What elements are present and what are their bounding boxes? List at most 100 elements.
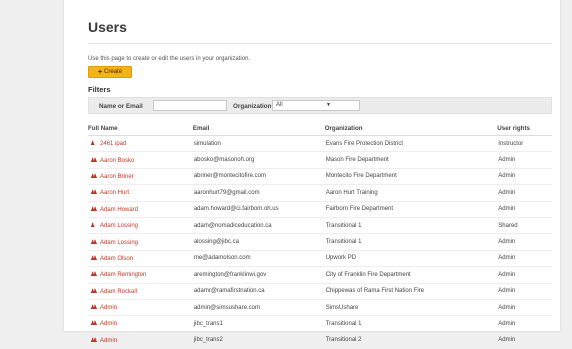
column-header-full-name[interactable]: Full Name <box>88 121 193 136</box>
user-rights-cell: Shared <box>497 217 552 235</box>
user-email-cell: alossing@jibc.ca <box>192 233 325 251</box>
table-header-row: Full Name Email Organization User rights <box>88 121 552 136</box>
user-rights-cell: Admin <box>497 250 552 268</box>
create-button-label: Create <box>104 69 123 75</box>
users-page: Users Use this page to create or edit th… <box>64 0 560 349</box>
user-name-link[interactable]: Aaron Hurt <box>100 190 129 196</box>
name-filter-label: Name or Email <box>99 103 143 110</box>
multi-user-icon: ♟♟ <box>90 255 98 262</box>
single-user-icon: ♟ <box>90 223 95 230</box>
multi-user-icon: ♟♟ <box>90 272 98 279</box>
create-button[interactable]: + Create <box>88 66 132 78</box>
user-rights-cell: Admin <box>497 151 552 169</box>
user-name-link[interactable]: Adam Rockall <box>100 289 137 295</box>
page-intro: Use this page to create or edit the user… <box>88 56 251 62</box>
filters-heading: Filters <box>88 85 111 94</box>
user-email-cell: jibc_trans1 <box>192 315 325 333</box>
column-header-email[interactable]: Email <box>192 121 325 136</box>
user-email-cell: jibc_trans2 <box>192 332 325 349</box>
multi-user-icon: ♟♟ <box>90 337 98 344</box>
user-email-cell: me@adamolson.com <box>192 250 325 268</box>
user-name-link[interactable]: Aaron Briner <box>100 174 134 180</box>
user-name-link[interactable]: Adam Olson <box>100 256 133 262</box>
table-row[interactable]: ♟ 2461 ipad simulation Evans Fire Protectio… <box>88 135 552 153</box>
user-organization-cell: Fairborn Fire Department <box>324 201 498 218</box>
table-row[interactable]: ♟♟ Admin jibc_trans1 Transitional 1 Admin <box>88 315 552 333</box>
organization-select[interactable]: All ▼ <box>272 100 360 111</box>
user-name-cell: ♟♟ Admin <box>88 315 193 333</box>
user-rights-cell: Admin <box>497 168 552 186</box>
user-name-link[interactable]: Adam Howard <box>100 207 138 213</box>
user-name-cell: ♟♟ Aaron Bosko <box>88 151 193 169</box>
table-row[interactable]: ♟♟ Adam Olson me@adamolson.com Upwork PD Adm… <box>88 250 552 268</box>
table-row[interactable]: ♟♟ Aaron Briner abriner@montecitofire.com M… <box>88 168 552 186</box>
multi-user-icon: ♟♟ <box>90 239 98 246</box>
user-organization-cell: Transitional 2 <box>324 332 498 349</box>
user-email-cell: adam.howard@ci.fairbom.oh.us <box>192 201 325 218</box>
multi-user-icon: ♟♟ <box>90 321 98 328</box>
user-name-link[interactable]: Adam Remington <box>100 272 146 278</box>
user-organization-cell: Aaron Hurt Training <box>324 184 498 202</box>
table-row[interactable]: ♟♟ Aaron Bosko abosko@masonoh.org Mason Fir… <box>88 151 552 169</box>
user-organization-cell: Chippewas of Rama First Nation Fire <box>324 283 498 300</box>
user-email-cell: admin@simsushare.com <box>192 299 325 317</box>
user-rights-cell: Admin <box>497 233 552 251</box>
table-row[interactable]: ♟♟ Admin admin@simsushare.com SimsUshare Adm… <box>88 299 552 317</box>
user-name-cell: ♟♟ Adam Lossing <box>88 233 193 251</box>
user-name-link[interactable]: Adam Lossing <box>100 240 138 246</box>
table-row[interactable]: ♟♟ Adam Remington aremington@franklinwi.go… <box>88 266 552 284</box>
user-name-cell: ♟♟ Adam Remington <box>88 266 193 284</box>
user-name-cell: ♟♟ Adam Olson <box>88 250 193 268</box>
user-organization-cell: SimsUshare <box>324 299 498 317</box>
user-email-cell: adamr@ramafirstnation.ca <box>192 283 325 300</box>
user-name-cell: ♟♟ Adam Rockall <box>88 283 193 300</box>
title-divider <box>88 43 552 44</box>
user-name-cell: ♟ Adam Lossing <box>88 217 193 235</box>
table-row[interactable]: ♟♟ Adam Howard adam.howard@ci.fairbom.oh.u… <box>88 201 552 218</box>
user-name-cell: ♟♟ Aaron Briner <box>88 168 193 186</box>
organization-select-value: All <box>276 102 283 108</box>
user-rights-cell: Admin <box>497 266 552 284</box>
single-user-icon: ♟ <box>90 141 95 148</box>
table-row[interactable]: ♟♟ Aaron Hurt aaronhurt79@gmail.com Aaron H… <box>88 184 552 202</box>
user-rights-cell: Admin <box>497 315 552 333</box>
user-organization-cell: Transitional 1 <box>324 217 498 235</box>
user-name-cell: ♟♟ Adam Howard <box>88 201 193 218</box>
column-header-user-rights[interactable]: User rights <box>497 121 552 136</box>
table-row[interactable]: ♟♟ Adam Rockall adamr@ramafirstnation.ca Ch… <box>88 283 552 300</box>
user-name-cell: ♟♟ Aaron Hurt <box>88 184 193 202</box>
user-rights-cell: Admin <box>497 283 552 300</box>
column-header-organization[interactable]: Organization <box>324 121 498 136</box>
user-organization-cell: Transitional 1 <box>324 233 498 251</box>
name-email-input[interactable] <box>153 100 227 111</box>
user-name-link[interactable]: Admin <box>100 321 117 327</box>
user-organization-cell: Upwork PD <box>324 250 498 268</box>
user-name-link[interactable]: Aaron Bosko <box>100 158 134 164</box>
user-organization-cell: Mason Fire Department <box>324 151 498 169</box>
table-row[interactable]: ♟♟ Adam Lossing alossing@jibc.ca Transition… <box>88 233 552 251</box>
multi-user-icon: ♟♟ <box>90 206 98 213</box>
organization-filter-label: Organization <box>233 103 272 110</box>
users-table: Full Name Email Organization User rights… <box>88 121 552 349</box>
multi-user-icon: ♟♟ <box>90 305 98 312</box>
chevron-down-icon: ▼ <box>326 102 331 108</box>
user-name-link[interactable]: 2461 ipad <box>100 141 126 147</box>
user-rights-cell: Admin <box>497 201 552 218</box>
page-title: Users <box>88 19 127 35</box>
multi-user-icon: ♟♟ <box>90 190 98 197</box>
user-email-cell: abriner@montecitofire.com <box>192 168 325 186</box>
user-organization-cell: City of Franklin Fire Department <box>324 266 498 284</box>
multi-user-icon: ♟♟ <box>90 288 98 295</box>
user-rights-cell: Admin <box>497 184 552 202</box>
filter-bar: Name or Email Organization All ▼ <box>88 97 552 114</box>
user-name-link[interactable]: Admin <box>100 305 117 311</box>
user-name-cell: ♟ 2461 ipad <box>88 135 193 153</box>
user-email-cell: simulation <box>192 135 325 153</box>
user-name-link[interactable]: Adam Lossing <box>100 223 138 229</box>
table-row[interactable]: ♟ Adam Lossing adam@nomadiceducation.ca Tra… <box>88 217 552 235</box>
user-email-cell: aaronhurt79@gmail.com <box>192 184 325 202</box>
user-rights-cell: Admin <box>497 332 552 349</box>
user-organization-cell: Transitional 1 <box>324 315 498 333</box>
user-name-link[interactable]: Admin <box>100 338 117 344</box>
table-row[interactable]: ♟♟ Admin jibc_trans2 Transitional 2 Admin <box>88 332 552 349</box>
